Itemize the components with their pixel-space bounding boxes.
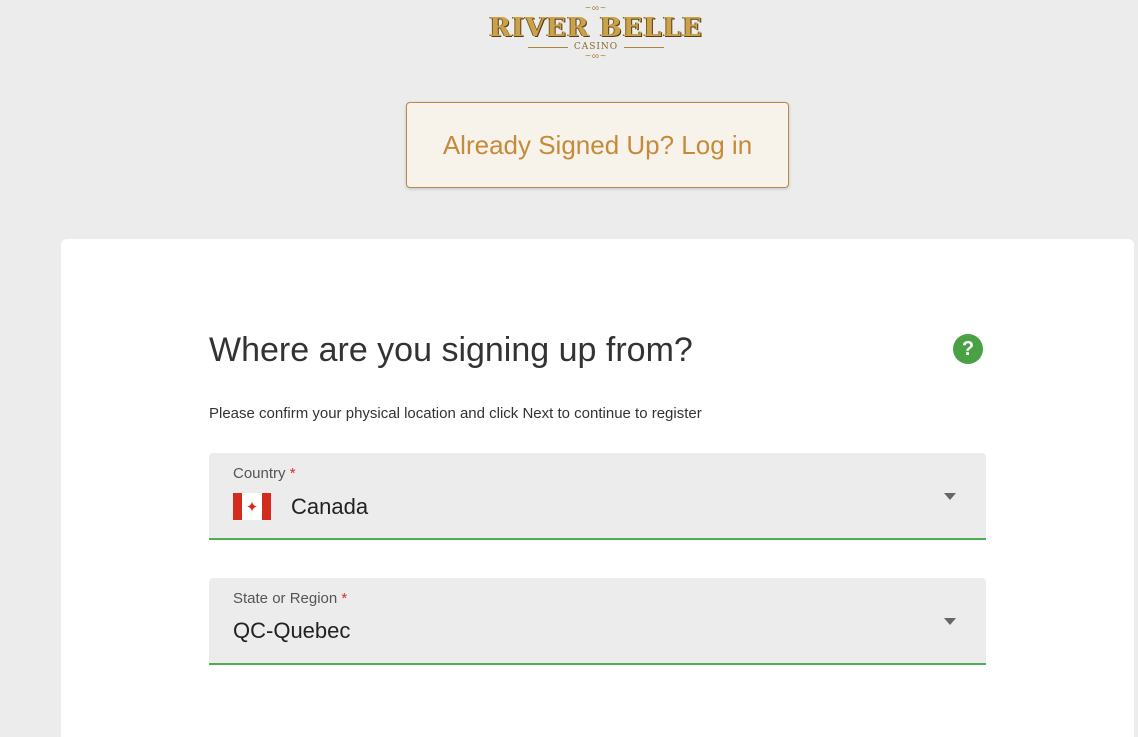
logo-flourish-bottom: ~∞~ xyxy=(585,51,607,62)
page-title: Where are you signing up from? xyxy=(209,331,693,369)
river-belle-logo: ~∞~ RIVER BELLE CASINO ~∞~ xyxy=(468,4,724,70)
region-value-text: QC-Quebec xyxy=(233,618,351,643)
signup-page: ~∞~ RIVER BELLE CASINO ~∞~ Already Signe… xyxy=(0,0,1138,737)
chevron-down-icon xyxy=(944,493,956,500)
country-value-text: Canada xyxy=(291,493,369,519)
logo-rule-right xyxy=(624,46,665,48)
required-marker: * xyxy=(341,590,348,607)
canada-flag-icon: ✦ xyxy=(233,493,271,520)
country-label: Country * xyxy=(233,465,296,482)
logo-name: RIVER BELLE xyxy=(489,13,703,43)
maple-leaf-icon: ✦ xyxy=(242,493,262,520)
country-value: ✦ Canada xyxy=(233,493,368,520)
country-label-text: Country xyxy=(233,465,286,482)
flag-bar-right xyxy=(262,493,271,520)
logo-rule-left xyxy=(527,46,568,48)
help-icon[interactable]: ? xyxy=(953,334,983,364)
region-value: QC-Quebec xyxy=(233,618,350,644)
region-select[interactable]: State or Region * QC-Quebec xyxy=(209,578,986,665)
chevron-down-icon xyxy=(944,618,956,625)
region-label-text: State or Region xyxy=(233,590,338,607)
page-subtitle: Please confirm your physical location an… xyxy=(209,405,702,422)
required-marker: * xyxy=(289,465,296,482)
region-label: State or Region * xyxy=(233,590,347,607)
login-button[interactable]: Already Signed Up? Log in xyxy=(406,102,789,188)
flag-bar-left xyxy=(233,493,242,520)
location-card: Where are you signing up from? ? Please … xyxy=(61,239,1134,737)
country-select[interactable]: Country * ✦ Canada xyxy=(209,453,986,540)
